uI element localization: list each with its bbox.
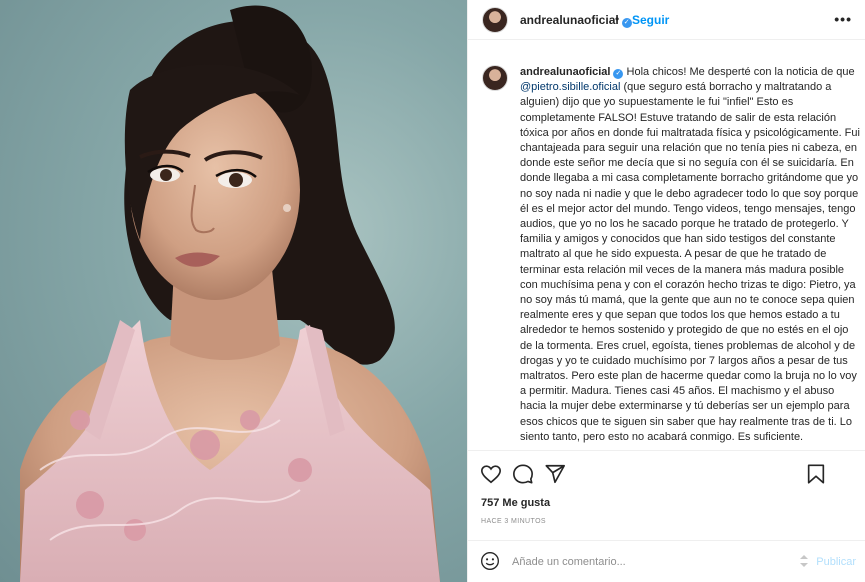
separator-dot: • xyxy=(615,12,620,26)
post-side-panel: andrealunaoficial ✓ • Seguir ••• andrealu… xyxy=(467,0,865,582)
comment-icon[interactable] xyxy=(512,463,534,485)
caption-verified-badge-icon: ✓ xyxy=(613,69,624,79)
verified-badge-icon: ✓ xyxy=(621,18,632,28)
caption-part-2: (que seguro está borracho y maltratando … xyxy=(520,81,860,443)
caption-part-1: Hola chicos! Me desperté con la noticia … xyxy=(623,66,855,78)
username-text[interactable]: andrealunaoficial xyxy=(520,13,619,27)
heart-icon[interactable] xyxy=(480,463,502,485)
post-header: andrealunaoficial ✓ • Seguir ••• xyxy=(468,0,865,40)
timestamp[interactable]: HACE 3 MINUTOS xyxy=(481,518,546,525)
bookmark-icon[interactable] xyxy=(805,463,827,485)
post-photo[interactable] xyxy=(0,0,467,582)
more-dots-icon[interactable]: ••• xyxy=(834,11,852,27)
likes-count[interactable]: 757 Me gusta xyxy=(481,497,550,509)
portrait-image xyxy=(20,5,440,582)
emoji-icon[interactable] xyxy=(480,551,500,571)
comment-bar: Publicar xyxy=(468,540,865,582)
publish-button[interactable]: Publicar xyxy=(816,556,856,568)
caption-username[interactable]: andrealunaoficial xyxy=(520,66,610,78)
follow-button[interactable]: Seguir xyxy=(632,13,669,27)
publish-arrows-icon xyxy=(798,554,810,568)
avatar[interactable] xyxy=(482,7,508,33)
share-icon[interactable] xyxy=(544,463,566,485)
action-bar xyxy=(468,450,865,490)
caption-avatar[interactable] xyxy=(482,65,508,91)
caption-text: andrealunaoficial ✓ Hola chicos! Me despe… xyxy=(520,65,860,445)
caption-area: andrealunaoficial ✓ Hola chicos! Me despe… xyxy=(468,41,865,449)
caption-mention-link[interactable]: @pietro.sibille.oficial xyxy=(520,81,620,93)
comment-input[interactable] xyxy=(512,553,792,571)
